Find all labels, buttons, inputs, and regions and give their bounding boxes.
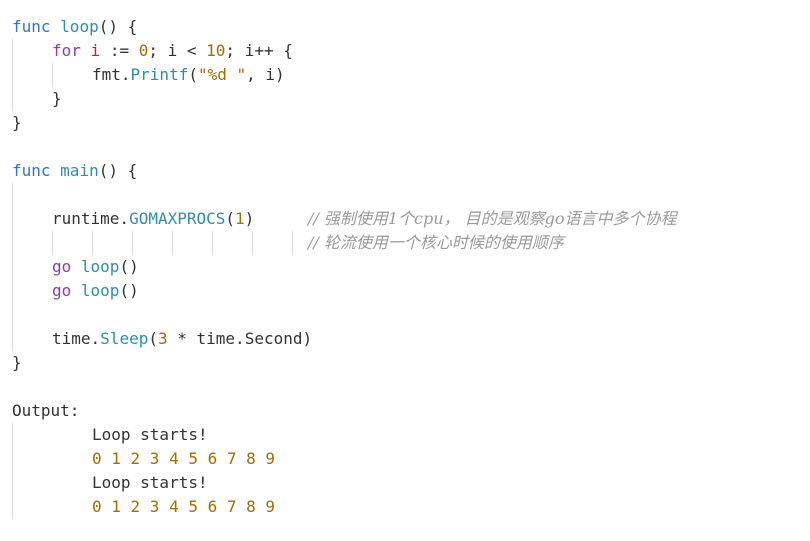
code-text: ( (188, 65, 198, 84)
function-name: main (60, 161, 99, 180)
indent-guide (12, 183, 13, 351)
variable: i (90, 41, 101, 60)
indent-guide (252, 231, 253, 255)
code-line: fmt.Printf("%d ", i) (92, 63, 285, 87)
code-line: go loop() (52, 255, 139, 279)
code-text: () { (98, 161, 138, 180)
code-line: } (12, 351, 22, 375)
indent-guide (12, 423, 13, 519)
code-text: := (100, 41, 139, 60)
number-literal: 10 (206, 41, 226, 60)
keyword: for (52, 41, 81, 60)
code-text: () (119, 281, 139, 300)
code-text: () (119, 257, 139, 276)
code-text: ( (225, 209, 236, 228)
code-comment: // 轮流使用一个核心时候的使用顺序 (308, 233, 564, 252)
output-line: 0 1 2 3 4 5 6 7 8 9 (92, 449, 276, 468)
function-name: Printf (130, 65, 189, 84)
indent-guide (132, 231, 133, 255)
code-text: ( (148, 329, 158, 348)
package-name: time. (52, 329, 101, 348)
keyword: go (52, 257, 72, 276)
code-text: , i) (246, 65, 285, 84)
code-line: runtime.GOMAXPROCS(1) (52, 207, 254, 231)
indent-guide (52, 231, 53, 255)
keyword: func (12, 17, 51, 36)
indent-guide (172, 231, 173, 255)
string-literal: "%d " (197, 65, 247, 84)
code-text: * time.Second) (167, 329, 313, 348)
code-comment: // 强制使用1个cpu， 目的是观察go语言中多个协程 (308, 209, 677, 228)
keyword: func (12, 161, 51, 180)
code-line: time.Sleep(3 * time.Second) (52, 327, 312, 351)
indent-guide (52, 63, 53, 87)
function-name: loop (80, 257, 120, 276)
output-line: Loop starts! (92, 425, 208, 444)
number-literal: 0 (138, 41, 149, 60)
code-editor: func loop() { for i := 0; i < 10; i++ { … (0, 0, 810, 541)
function-name: loop (60, 17, 99, 36)
code-text: } (12, 353, 22, 372)
output-label: Output: (12, 401, 80, 420)
number-literal: 3 (157, 329, 168, 348)
code-line: for i := 0; i < 10; i++ { (52, 39, 293, 63)
code-line: } (52, 87, 62, 111)
indent-guide (212, 231, 213, 255)
code-line: func loop() { (12, 15, 137, 39)
code-text: ; i < (148, 41, 207, 60)
code-line: func main() { (12, 159, 137, 183)
keyword: go (52, 281, 72, 300)
function-name: loop (80, 281, 120, 300)
code-line: } (12, 111, 22, 135)
code-text: ; i++ { (225, 41, 293, 60)
function-name: GOMAXPROCS (129, 209, 226, 228)
code-line: go loop() (52, 279, 139, 303)
package-name: fmt. (92, 65, 131, 84)
indent-guide (292, 231, 293, 255)
package-name: runtime. (52, 209, 130, 228)
indent-guide (12, 39, 13, 111)
code-text: ) (244, 209, 255, 228)
code-text: () { (98, 17, 138, 36)
output-line: 0 1 2 3 4 5 6 7 8 9 (92, 497, 276, 516)
function-name: Sleep (100, 329, 149, 348)
code-text: } (12, 113, 22, 132)
indent-guide (92, 231, 93, 255)
output-line: Loop starts! (92, 473, 208, 492)
code-text: } (52, 89, 62, 108)
number-literal: 1 (235, 209, 245, 228)
